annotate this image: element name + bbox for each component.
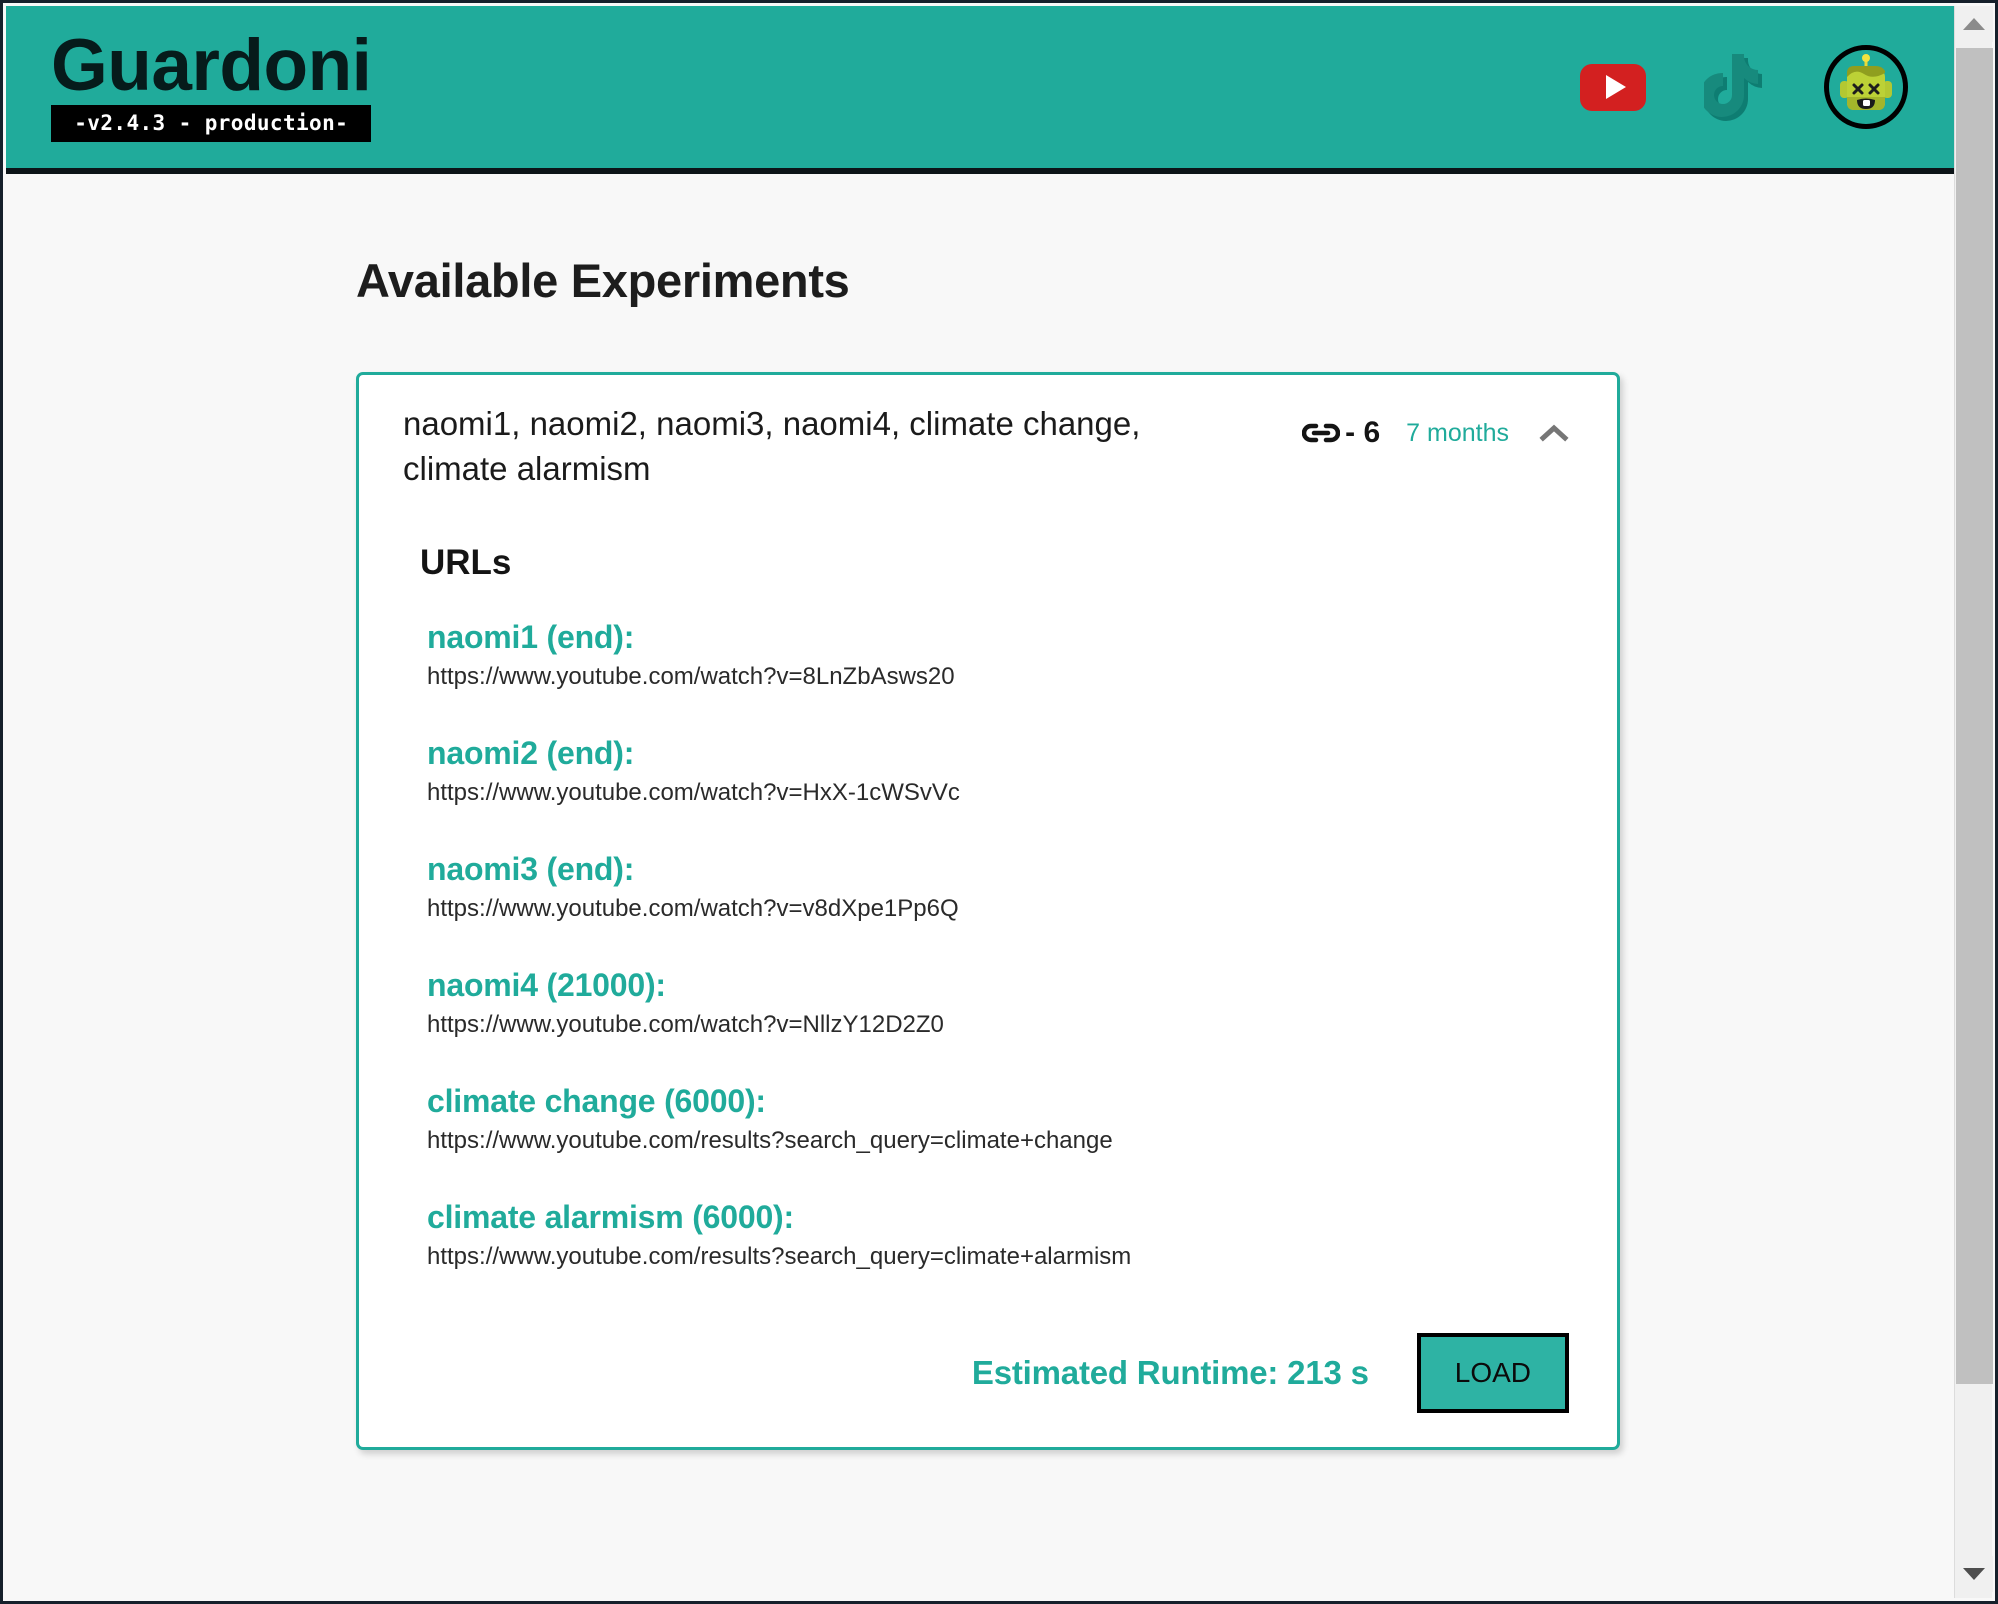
brand-version-badge: -v2.4.3 - production- bbox=[51, 104, 372, 142]
scroll-down-arrow-icon[interactable] bbox=[1955, 1556, 1993, 1592]
youtube-icon[interactable] bbox=[1580, 63, 1646, 111]
chevron-up-icon[interactable] bbox=[1535, 420, 1573, 446]
experiment-card-footer: Estimated Runtime: 213 s LOAD bbox=[403, 1332, 1573, 1413]
url-value[interactable]: https://www.youtube.com/watch?v=NllzY12D… bbox=[427, 1011, 1573, 1039]
url-value[interactable]: https://www.youtube.com/results?search_q… bbox=[427, 1243, 1573, 1271]
load-button[interactable]: LOAD bbox=[1416, 1332, 1569, 1413]
robot-avatar-icon bbox=[1840, 54, 1892, 110]
scroll-up-arrow-icon[interactable] bbox=[1955, 6, 1993, 42]
url-label: naomi2 (end): bbox=[427, 734, 635, 771]
url-label: naomi1 (end): bbox=[427, 618, 635, 655]
scrollbar-thumb[interactable] bbox=[1956, 48, 1993, 1384]
page-title: Available Experiments bbox=[356, 254, 850, 307]
list-item: naomi3 (end): https://www.youtube.com/wa… bbox=[403, 851, 1573, 923]
youtube-icon-shape bbox=[1580, 63, 1646, 111]
url-list: naomi1 (end): https://www.youtube.com/wa… bbox=[403, 619, 1573, 1271]
url-label: climate alarmism (6000): bbox=[427, 1198, 794, 1235]
vertical-scrollbar[interactable] bbox=[1954, 6, 1993, 1598]
links-count-label: - 6 bbox=[1345, 416, 1381, 449]
urls-heading: URLs bbox=[420, 542, 512, 582]
tiktok-note-icon bbox=[1704, 54, 1762, 121]
url-value[interactable]: https://www.youtube.com/watch?v=HxX-1cWS… bbox=[427, 779, 1573, 807]
scroll-up-triangle-icon bbox=[1963, 18, 1985, 30]
header-icon-group bbox=[1580, 45, 1908, 129]
experiment-card: naomi1, naomi2, naomi3, naomi4, climate … bbox=[356, 372, 1620, 1450]
tiktok-icon[interactable] bbox=[1704, 52, 1766, 122]
list-item: climate change (6000): https://www.youtu… bbox=[403, 1083, 1573, 1155]
experiment-meta: - 6 7 months bbox=[1302, 416, 1573, 450]
experiment-card-header[interactable]: naomi1, naomi2, naomi3, naomi4, climate … bbox=[403, 402, 1573, 492]
brand-logo: Guardoni -v2.4.3 - production- bbox=[51, 25, 372, 142]
app-window: Guardoni -v2.4.3 - production- Available… bbox=[0, 0, 1998, 1604]
list-item: naomi1 (end): https://www.youtube.com/wa… bbox=[403, 619, 1573, 691]
robot-avatar[interactable] bbox=[1824, 45, 1908, 129]
link-icon bbox=[1302, 423, 1341, 443]
brand-title: Guardoni bbox=[51, 25, 372, 107]
url-label: climate change (6000): bbox=[427, 1082, 766, 1119]
url-value[interactable]: https://www.youtube.com/watch?v=8LnZbAsw… bbox=[427, 663, 1573, 691]
url-label: naomi3 (end): bbox=[427, 850, 635, 887]
url-label: naomi4 (21000): bbox=[427, 966, 666, 1003]
list-item: naomi4 (21000): https://www.youtube.com/… bbox=[403, 967, 1573, 1039]
url-value[interactable]: https://www.youtube.com/watch?v=v8dXpe1P… bbox=[427, 895, 1573, 923]
list-item: naomi2 (end): https://www.youtube.com/wa… bbox=[403, 735, 1573, 807]
list-item: climate alarmism (6000): https://www.you… bbox=[403, 1199, 1573, 1271]
page-content: Available Experiments naomi1, naomi2, na… bbox=[6, 177, 1974, 1598]
experiment-title: naomi1, naomi2, naomi3, naomi4, climate … bbox=[403, 405, 1141, 487]
app-header: Guardoni -v2.4.3 - production- bbox=[6, 6, 1974, 174]
play-triangle-icon bbox=[1605, 75, 1626, 99]
estimated-runtime: Estimated Runtime: 213 s bbox=[971, 1353, 1369, 1391]
links-count: - 6 bbox=[1302, 416, 1380, 450]
scroll-down-triangle-icon bbox=[1963, 1568, 1985, 1580]
experiment-age: 7 months bbox=[1406, 418, 1509, 447]
url-value[interactable]: https://www.youtube.com/results?search_q… bbox=[427, 1127, 1573, 1155]
